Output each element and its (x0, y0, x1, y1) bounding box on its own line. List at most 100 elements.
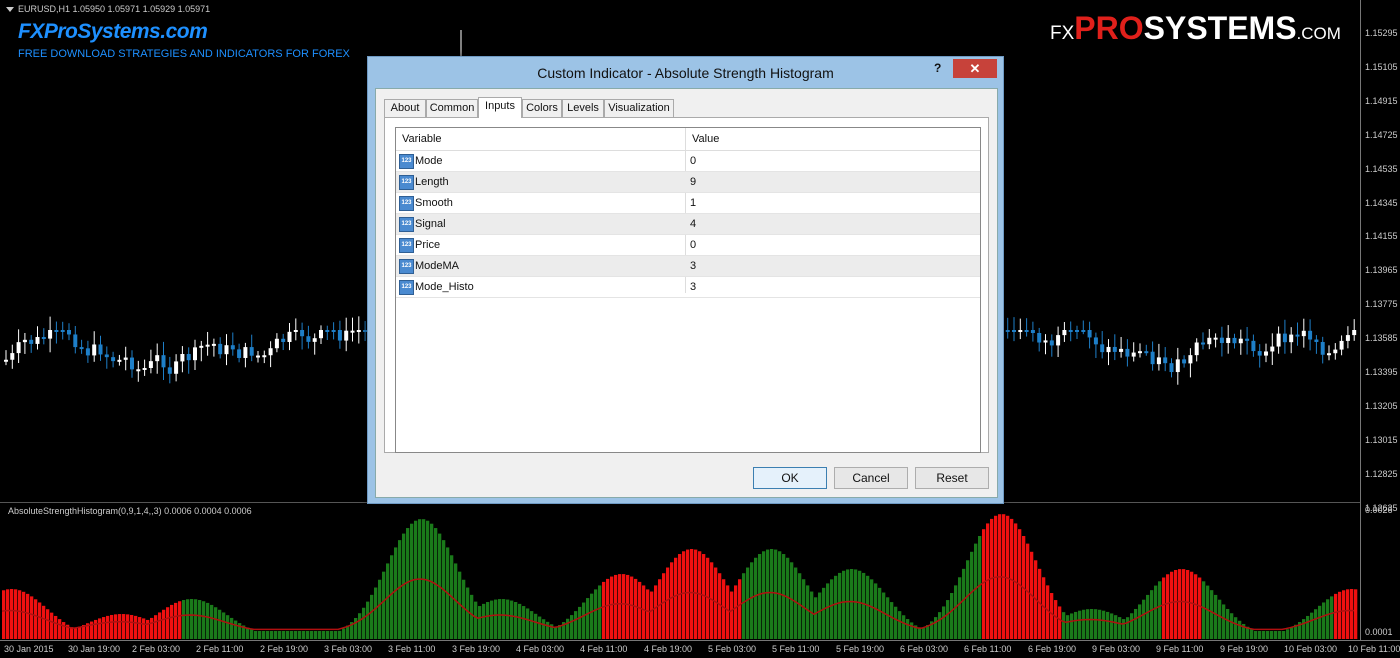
histogram-bar (370, 594, 374, 639)
histogram-bar (1338, 591, 1342, 639)
histogram-bar (630, 576, 634, 639)
input-value[interactable]: 9 (690, 176, 696, 188)
histogram-bar (1350, 589, 1354, 639)
candle-body (130, 357, 134, 370)
input-row-signal[interactable]: 123 Signal 4 (396, 214, 980, 235)
histogram-bar (634, 578, 638, 639)
candle-body (41, 337, 46, 340)
histogram-bar (1174, 570, 1178, 639)
histogram-bar (518, 603, 522, 639)
help-icon[interactable]: ? (934, 61, 941, 75)
histogram-bar (1202, 581, 1206, 639)
input-row-length[interactable]: 123 Length 9 (396, 172, 980, 193)
time-tick-label: 3 Feb 19:00 (452, 644, 501, 654)
histogram-bar (262, 631, 266, 639)
tab-about[interactable]: About (384, 99, 426, 117)
histogram-series (1, 514, 1358, 639)
histogram-bar (602, 581, 606, 639)
indicator-tick-label: 0.0001 (1365, 627, 1393, 637)
time-tick-label: 5 Feb 19:00 (836, 644, 885, 654)
candle-body (1188, 355, 1193, 364)
tab-common[interactable]: Common (426, 99, 478, 117)
time-tick-label: 30 Jan 2015 (4, 644, 54, 654)
candle-body (274, 338, 279, 349)
input-row-mode-histo[interactable]: 123 Mode_Histo 3 (396, 277, 980, 298)
reset-button[interactable]: Reset (915, 467, 989, 489)
dialog-title: Custom Indicator - Absolute Strength His… (537, 65, 834, 81)
tab-inputs[interactable]: Inputs (478, 97, 522, 118)
tab-levels[interactable]: Levels (562, 99, 604, 117)
candle-body (54, 330, 59, 332)
histogram-bar (922, 628, 926, 639)
histogram-bar (230, 617, 234, 639)
price-tick-label: 1.15105 (1365, 61, 1398, 72)
histogram-bar (1286, 629, 1290, 639)
input-value[interactable]: 4 (690, 218, 696, 230)
histogram-bar (738, 579, 742, 639)
histogram-bar (966, 560, 970, 639)
histogram-bar (390, 555, 394, 639)
candle-body (73, 334, 78, 348)
input-row-smooth[interactable]: 123 Smooth 1 (396, 193, 980, 214)
histogram-bar (290, 631, 294, 639)
input-value[interactable]: 3 (690, 260, 696, 272)
histogram-bar (366, 601, 370, 639)
price-axis[interactable]: 1.15295 1.15105 1.14915 1.14725 1.14535 1.143… (1360, 0, 1400, 640)
histogram-bar (54, 615, 58, 639)
input-row-modema[interactable]: 123 ModeMA 3 (396, 256, 980, 277)
candle-body (67, 330, 71, 335)
histogram-bar (894, 606, 898, 639)
candle-body (230, 345, 235, 350)
histogram-bar (606, 578, 610, 639)
histogram-bar (190, 599, 194, 639)
time-tick-label: 6 Feb 03:00 (900, 644, 949, 654)
input-value[interactable]: 0 (690, 239, 696, 251)
histogram-bar (542, 619, 546, 639)
histogram-bar (1050, 593, 1054, 639)
histogram-bar (1290, 627, 1294, 639)
histogram-bar (306, 631, 310, 639)
input-value[interactable]: 3 (690, 281, 696, 293)
candle-body (1327, 353, 1331, 356)
histogram-bar (958, 577, 962, 639)
histogram-bar (1210, 590, 1214, 639)
histogram-bar (342, 628, 346, 639)
column-header-value[interactable]: Value (692, 133, 719, 145)
indicator-subwindow[interactable] (0, 502, 1360, 641)
dialog-body: About Common Inputs Colors Levels Visual… (375, 88, 998, 498)
histogram-bar (286, 631, 290, 639)
histogram-bar (1222, 604, 1226, 639)
histogram-bar (26, 593, 30, 639)
time-axis[interactable]: 30 Jan 2015 30 Jan 19:00 2 Feb 03:00 2 Feb … (0, 640, 1400, 658)
price-tick-label: 1.13585 (1365, 333, 1398, 344)
input-variable-name: Price (415, 239, 441, 251)
input-variable-name: ModeMA (415, 260, 460, 272)
input-row-price[interactable]: 123 Price 0 (396, 235, 980, 256)
histogram-bar (1226, 608, 1230, 639)
histogram-bar (1150, 590, 1154, 639)
histogram-bar (46, 609, 50, 639)
candle-body (300, 330, 305, 337)
histogram-bar (110, 614, 114, 639)
cancel-button[interactable]: Cancel (834, 467, 908, 489)
column-header-variable[interactable]: Variable (402, 133, 442, 145)
histogram-bar (934, 617, 938, 639)
histogram-bar (42, 605, 46, 639)
histogram-bar (70, 627, 74, 639)
histogram-bar (1278, 631, 1282, 639)
input-value[interactable]: 0 (690, 155, 696, 167)
time-tick-label: 4 Feb 19:00 (644, 644, 693, 654)
tab-visualization[interactable]: Visualization (604, 99, 674, 117)
input-row-mode[interactable]: 123 Mode 0 (396, 151, 980, 172)
histogram-bar (742, 573, 746, 639)
histogram-bar (1158, 581, 1162, 639)
dropdown-triangle-icon[interactable] (6, 7, 14, 12)
input-value[interactable]: 1 (690, 197, 696, 209)
tab-colors[interactable]: Colors (522, 99, 562, 117)
candle-body (1320, 341, 1325, 355)
close-button[interactable]: ✕ (953, 59, 997, 78)
ok-button[interactable]: OK (753, 467, 827, 489)
histogram-bar (766, 549, 770, 639)
histogram-bar (214, 607, 218, 639)
histogram-bar (666, 567, 670, 639)
